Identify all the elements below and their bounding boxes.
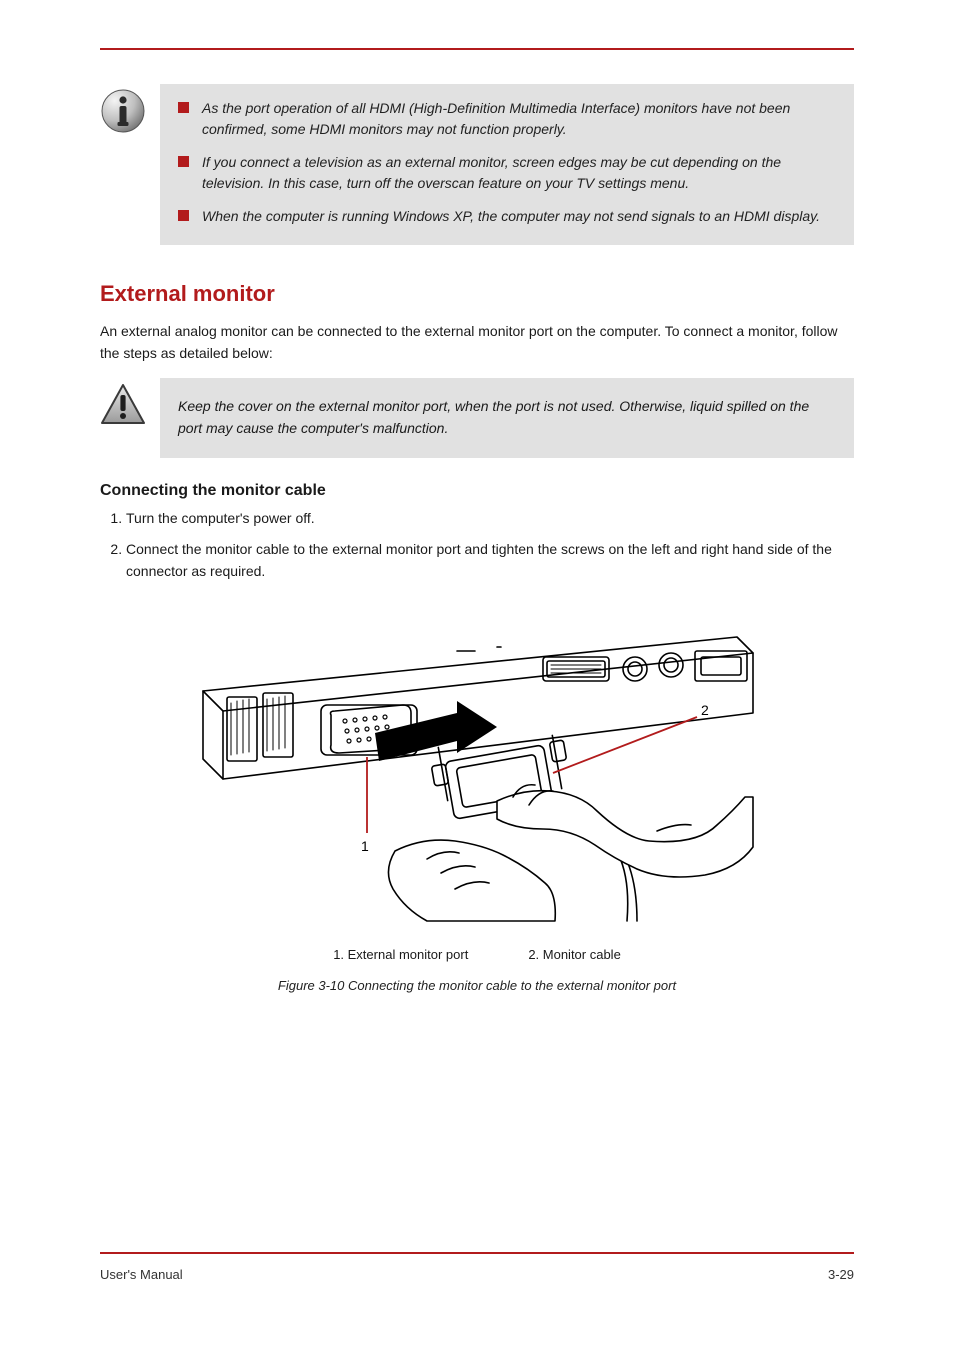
footer-right: 3-29 (828, 1267, 854, 1282)
svg-text:2: 2 (701, 702, 709, 718)
step-text: Connect the monitor cable to the externa… (126, 541, 832, 579)
footer-left: User's Manual (100, 1267, 183, 1282)
caution-callout: Keep the cover on the external monitor p… (100, 378, 854, 457)
info-item-text: If you connect a television as an extern… (202, 154, 781, 191)
bullet-square-icon (178, 102, 189, 113)
figure-illustration: 1 2 (197, 601, 757, 941)
bullet-square-icon (178, 210, 189, 221)
subsection-heading: Connecting the monitor cable (100, 482, 854, 500)
step-item: Connect the monitor cable to the externa… (126, 539, 854, 582)
figure-label-row: 1. External monitor port 2. Monitor cabl… (100, 947, 854, 962)
top-rule (100, 48, 854, 50)
figure-caption: Figure 3-10 Connecting the monitor cable… (100, 978, 854, 993)
bottom-rule (100, 1252, 854, 1254)
step-text: Turn the computer's power off. (126, 510, 315, 526)
step-item: Turn the computer's power off. (126, 508, 854, 530)
info-item: As the port operation of all HDMI (High-… (178, 98, 836, 140)
caution-text: Keep the cover on the external monitor p… (178, 398, 809, 436)
section-intro: An external analog monitor can be connec… (100, 321, 854, 364)
info-icon-col (100, 84, 160, 139)
info-icon (100, 88, 146, 134)
warning-icon (100, 382, 146, 428)
caution-icon-col (100, 378, 160, 433)
section-heading: External monitor (100, 281, 854, 307)
info-item-text: As the port operation of all HDMI (High-… (202, 100, 790, 137)
content-area: As the port operation of all HDMI (High-… (100, 84, 854, 993)
bullet-square-icon (178, 156, 189, 167)
info-item-text: When the computer is running Windows XP,… (202, 208, 820, 224)
figure-label-port: 1. External monitor port (333, 947, 468, 962)
svg-text:1: 1 (361, 838, 369, 854)
step-list: Turn the computer's power off. Connect t… (100, 508, 854, 583)
caution-body: Keep the cover on the external monitor p… (160, 378, 854, 457)
info-callout-body: As the port operation of all HDMI (High-… (160, 84, 854, 245)
figure: 1 2 1. External monitor port 2. Monitor … (100, 601, 854, 993)
info-callout: As the port operation of all HDMI (High-… (100, 84, 854, 245)
info-item: If you connect a television as an extern… (178, 152, 836, 194)
figure-label-cable: 2. Monitor cable (528, 947, 621, 962)
info-item: When the computer is running Windows XP,… (178, 206, 836, 227)
